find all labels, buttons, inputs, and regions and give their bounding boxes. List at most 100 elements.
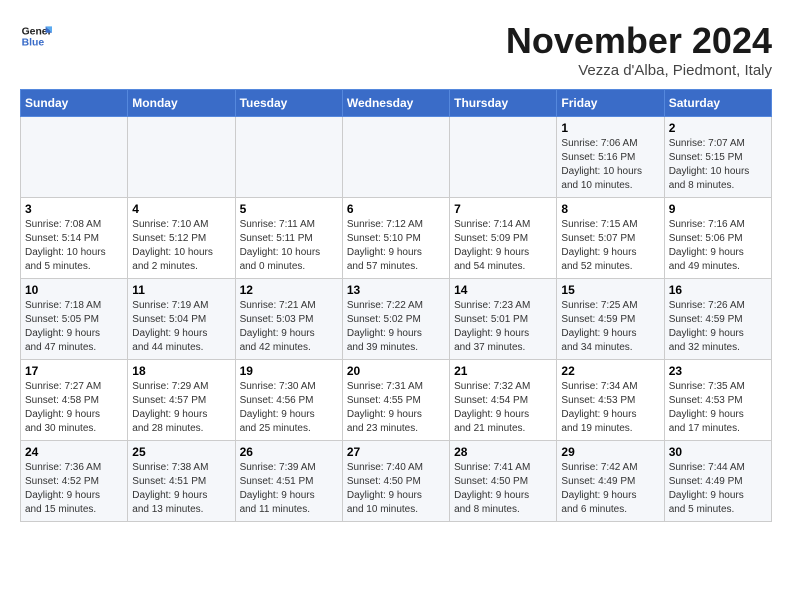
- weekday-header-cell: Wednesday: [342, 90, 449, 117]
- calendar-day-cell: 1 Sunrise: 7:06 AM Sunset: 5:16 PM Daylig…: [557, 117, 664, 198]
- weekday-header-cell: Friday: [557, 90, 664, 117]
- location-subtitle: Vezza d'Alba, Piedmont, Italy: [506, 62, 772, 79]
- calendar-day-cell: 26 Sunrise: 7:39 AM Sunset: 4:51 PM Dayli…: [235, 441, 342, 522]
- day-info: Sunrise: 7:34 AM Sunset: 4:53 PM Dayligh…: [561, 380, 659, 436]
- day-info: Sunrise: 7:12 AM Sunset: 5:10 PM Dayligh…: [347, 218, 445, 274]
- day-info: Sunrise: 7:06 AM Sunset: 5:16 PM Dayligh…: [561, 137, 659, 193]
- day-info: Sunrise: 7:27 AM Sunset: 4:58 PM Dayligh…: [25, 380, 123, 436]
- day-info: Sunrise: 7:21 AM Sunset: 5:03 PM Dayligh…: [240, 299, 338, 355]
- page-header: General Blue November 2024 Vezza d'Alba,…: [20, 20, 772, 79]
- calendar-day-cell: [128, 117, 235, 198]
- svg-text:Blue: Blue: [22, 38, 45, 49]
- logo-icon: General Blue: [20, 20, 52, 52]
- calendar-day-cell: 12 Sunrise: 7:21 AM Sunset: 5:03 PM Dayli…: [235, 279, 342, 360]
- day-info: Sunrise: 7:11 AM Sunset: 5:11 PM Dayligh…: [240, 218, 338, 274]
- day-number: 24: [25, 445, 123, 459]
- day-number: 5: [240, 202, 338, 216]
- day-info: Sunrise: 7:32 AM Sunset: 4:54 PM Dayligh…: [454, 380, 552, 436]
- day-info: Sunrise: 7:44 AM Sunset: 4:49 PM Dayligh…: [669, 461, 767, 517]
- calendar-day-cell: 18 Sunrise: 7:29 AM Sunset: 4:57 PM Dayli…: [128, 360, 235, 441]
- day-number: 4: [132, 202, 230, 216]
- calendar-day-cell: 27Sunrise: 7:40 AM Sunset: 4:50 PM Dayli…: [342, 441, 449, 522]
- day-number: 26: [240, 445, 338, 459]
- calendar-day-cell: 2 Sunrise: 7:07 AM Sunset: 5:15 PM Daylig…: [664, 117, 771, 198]
- day-number: 16: [669, 283, 767, 297]
- day-number: 27: [347, 445, 445, 459]
- calendar-day-cell: 30 Sunrise: 7:44 AM Sunset: 4:49 PM Dayli…: [664, 441, 771, 522]
- calendar-day-cell: 5 Sunrise: 7:11 AM Sunset: 5:11 PM Daylig…: [235, 198, 342, 279]
- day-number: 23: [669, 364, 767, 378]
- day-number: 12: [240, 283, 338, 297]
- calendar-day-cell: 20 Sunrise: 7:31 AM Sunset: 4:55 PM Dayli…: [342, 360, 449, 441]
- day-info: Sunrise: 7:31 AM Sunset: 4:55 PM Dayligh…: [347, 380, 445, 436]
- calendar-day-cell: 4 Sunrise: 7:10 AM Sunset: 5:12 PM Daylig…: [128, 198, 235, 279]
- calendar-day-cell: 10 Sunrise: 7:18 AM Sunset: 5:05 PM Dayli…: [21, 279, 128, 360]
- weekday-header-row: SundayMondayTuesdayWednesdayThursdayFrid…: [21, 90, 772, 117]
- calendar-day-cell: 15Sunrise: 7:25 AM Sunset: 4:59 PM Dayli…: [557, 279, 664, 360]
- weekday-header-cell: Tuesday: [235, 90, 342, 117]
- day-info: Sunrise: 7:18 AM Sunset: 5:05 PM Dayligh…: [25, 299, 123, 355]
- day-info: Sunrise: 7:10 AM Sunset: 5:12 PM Dayligh…: [132, 218, 230, 274]
- day-info: Sunrise: 7:29 AM Sunset: 4:57 PM Dayligh…: [132, 380, 230, 436]
- month-title: November 2024: [506, 20, 772, 62]
- weekday-header-cell: Sunday: [21, 90, 128, 117]
- day-number: 14: [454, 283, 552, 297]
- day-info: Sunrise: 7:23 AM Sunset: 5:01 PM Dayligh…: [454, 299, 552, 355]
- weekday-header-cell: Monday: [128, 90, 235, 117]
- day-number: 20: [347, 364, 445, 378]
- calendar-day-cell: 13 Sunrise: 7:22 AM Sunset: 5:02 PM Dayli…: [342, 279, 449, 360]
- calendar-day-cell: [21, 117, 128, 198]
- day-info: Sunrise: 7:39 AM Sunset: 4:51 PM Dayligh…: [240, 461, 338, 517]
- calendar-day-cell: 17 Sunrise: 7:27 AM Sunset: 4:58 PM Dayli…: [21, 360, 128, 441]
- day-info: Sunrise: 7:30 AM Sunset: 4:56 PM Dayligh…: [240, 380, 338, 436]
- day-number: 1: [561, 121, 659, 135]
- day-number: 10: [25, 283, 123, 297]
- calendar-day-cell: 9 Sunrise: 7:16 AM Sunset: 5:06 PM Daylig…: [664, 198, 771, 279]
- day-number: 21: [454, 364, 552, 378]
- day-info: Sunrise: 7:36 AM Sunset: 4:52 PM Dayligh…: [25, 461, 123, 517]
- calendar-day-cell: 22 Sunrise: 7:34 AM Sunset: 4:53 PM Dayli…: [557, 360, 664, 441]
- day-number: 13: [347, 283, 445, 297]
- calendar-day-cell: 6Sunrise: 7:12 AM Sunset: 5:10 PM Daylig…: [342, 198, 449, 279]
- day-number: 22: [561, 364, 659, 378]
- day-number: 2: [669, 121, 767, 135]
- calendar-day-cell: 7 Sunrise: 7:14 AM Sunset: 5:09 PM Daylig…: [450, 198, 557, 279]
- calendar-day-cell: 24 Sunrise: 7:36 AM Sunset: 4:52 PM Dayli…: [21, 441, 128, 522]
- calendar-week-row: 10 Sunrise: 7:18 AM Sunset: 5:05 PM Dayli…: [21, 279, 772, 360]
- day-number: 18: [132, 364, 230, 378]
- calendar-day-cell: [235, 117, 342, 198]
- calendar-day-cell: 3Sunrise: 7:08 AM Sunset: 5:14 PM Daylig…: [21, 198, 128, 279]
- calendar-day-cell: [450, 117, 557, 198]
- day-number: 30: [669, 445, 767, 459]
- day-info: Sunrise: 7:42 AM Sunset: 4:49 PM Dayligh…: [561, 461, 659, 517]
- weekday-header-cell: Thursday: [450, 90, 557, 117]
- day-info: Sunrise: 7:22 AM Sunset: 5:02 PM Dayligh…: [347, 299, 445, 355]
- day-number: 19: [240, 364, 338, 378]
- day-number: 3: [25, 202, 123, 216]
- calendar-day-cell: 19 Sunrise: 7:30 AM Sunset: 4:56 PM Dayli…: [235, 360, 342, 441]
- calendar-day-cell: 8Sunrise: 7:15 AM Sunset: 5:07 PM Daylig…: [557, 198, 664, 279]
- day-number: 17: [25, 364, 123, 378]
- day-number: 11: [132, 283, 230, 297]
- calendar-day-cell: 23Sunrise: 7:35 AM Sunset: 4:53 PM Dayli…: [664, 360, 771, 441]
- day-info: Sunrise: 7:07 AM Sunset: 5:15 PM Dayligh…: [669, 137, 767, 193]
- day-info: Sunrise: 7:16 AM Sunset: 5:06 PM Dayligh…: [669, 218, 767, 274]
- logo: General Blue: [20, 20, 52, 52]
- calendar-week-row: 3Sunrise: 7:08 AM Sunset: 5:14 PM Daylig…: [21, 198, 772, 279]
- calendar-day-cell: 21 Sunrise: 7:32 AM Sunset: 4:54 PM Dayli…: [450, 360, 557, 441]
- day-info: Sunrise: 7:41 AM Sunset: 4:50 PM Dayligh…: [454, 461, 552, 517]
- calendar-day-cell: 29 Sunrise: 7:42 AM Sunset: 4:49 PM Dayli…: [557, 441, 664, 522]
- day-number: 25: [132, 445, 230, 459]
- calendar-week-row: 1 Sunrise: 7:06 AM Sunset: 5:16 PM Daylig…: [21, 117, 772, 198]
- day-info: Sunrise: 7:26 AM Sunset: 4:59 PM Dayligh…: [669, 299, 767, 355]
- day-number: 9: [669, 202, 767, 216]
- calendar-week-row: 24 Sunrise: 7:36 AM Sunset: 4:52 PM Dayli…: [21, 441, 772, 522]
- day-info: Sunrise: 7:19 AM Sunset: 5:04 PM Dayligh…: [132, 299, 230, 355]
- calendar-day-cell: 28Sunrise: 7:41 AM Sunset: 4:50 PM Dayli…: [450, 441, 557, 522]
- day-number: 7: [454, 202, 552, 216]
- day-number: 29: [561, 445, 659, 459]
- day-number: 15: [561, 283, 659, 297]
- day-number: 8: [561, 202, 659, 216]
- day-info: Sunrise: 7:14 AM Sunset: 5:09 PM Dayligh…: [454, 218, 552, 274]
- calendar-week-row: 17 Sunrise: 7:27 AM Sunset: 4:58 PM Dayli…: [21, 360, 772, 441]
